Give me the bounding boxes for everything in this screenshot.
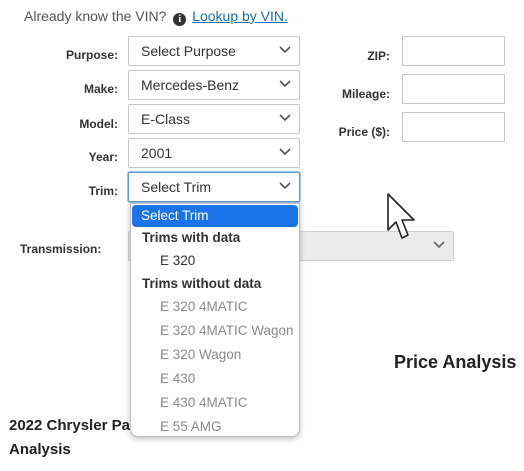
trim-select-value: Select Trim	[141, 179, 212, 195]
purpose-label: Purpose:	[65, 48, 118, 62]
chrysler-heading: 2022 Chrysler Pa Analysis	[9, 414, 130, 462]
mileage-input[interactable]	[402, 74, 505, 104]
lookup-by-vin-link[interactable]: Lookup by VIN.	[192, 8, 288, 24]
chrysler-heading-line1: 2022 Chrysler Pa	[9, 417, 130, 434]
purpose-select[interactable]: Select Purpose	[128, 36, 300, 66]
trim-option-disabled: E 430 4MATIC	[160, 395, 248, 410]
vin-prompt: Already know the VIN?	[24, 8, 167, 24]
price-input[interactable]	[402, 112, 505, 142]
price-analysis-heading: Price Analysis	[394, 352, 517, 372]
model-label: Model:	[79, 117, 118, 131]
trim-option-selected[interactable]: Select Trim	[132, 205, 298, 227]
year-select-value: 2001	[141, 145, 173, 161]
chevron-down-icon	[279, 114, 291, 122]
trim-group-without-data: Trims without data	[142, 276, 262, 291]
trim-select[interactable]: Select Trim	[128, 172, 300, 202]
chrysler-heading-line2: Analysis	[9, 441, 71, 458]
make-select[interactable]: Mercedes-Benz	[128, 70, 300, 100]
make-label: Make:	[83, 82, 118, 96]
trim-option-disabled: E 55 AMG	[160, 419, 222, 434]
chevron-down-icon	[279, 80, 291, 88]
year-label: Year:	[88, 150, 118, 164]
trim-dropdown-list: Select Trim Trims with data E 320 Trims …	[130, 203, 300, 437]
price-label: Price ($):	[338, 125, 390, 139]
year-select[interactable]: 2001	[128, 138, 300, 168]
mouse-pointer-icon	[387, 193, 415, 239]
model-select-value: E-Class	[141, 111, 191, 127]
trim-option-disabled: E 320 4MATIC Wagon	[160, 323, 294, 338]
chevron-down-icon	[279, 46, 291, 54]
model-select[interactable]: E-Class	[128, 104, 300, 134]
chevron-down-icon	[433, 241, 445, 249]
purpose-select-value: Select Purpose	[141, 43, 236, 59]
chevron-down-icon	[279, 148, 291, 156]
trim-option-disabled: E 430	[160, 371, 196, 386]
trim-option-disabled: E 320 Wagon	[160, 347, 242, 362]
trim-option[interactable]: E 320	[131, 249, 299, 273]
zip-label: ZIP:	[367, 49, 390, 63]
chevron-down-icon	[279, 182, 291, 190]
trim-group-with-data: Trims with data	[142, 230, 241, 245]
vin-lookup-line: Already know the VIN? i Lookup by VIN.	[24, 8, 288, 26]
make-select-value: Mercedes-Benz	[141, 77, 240, 93]
info-circle-icon: i	[173, 13, 187, 26]
mileage-label: Mileage:	[341, 87, 390, 101]
trim-option-disabled: E 320 4MATIC	[160, 299, 248, 314]
transmission-label: Transmission:	[20, 242, 102, 256]
trim-label: Trim:	[88, 184, 118, 198]
zip-input[interactable]	[402, 36, 505, 66]
